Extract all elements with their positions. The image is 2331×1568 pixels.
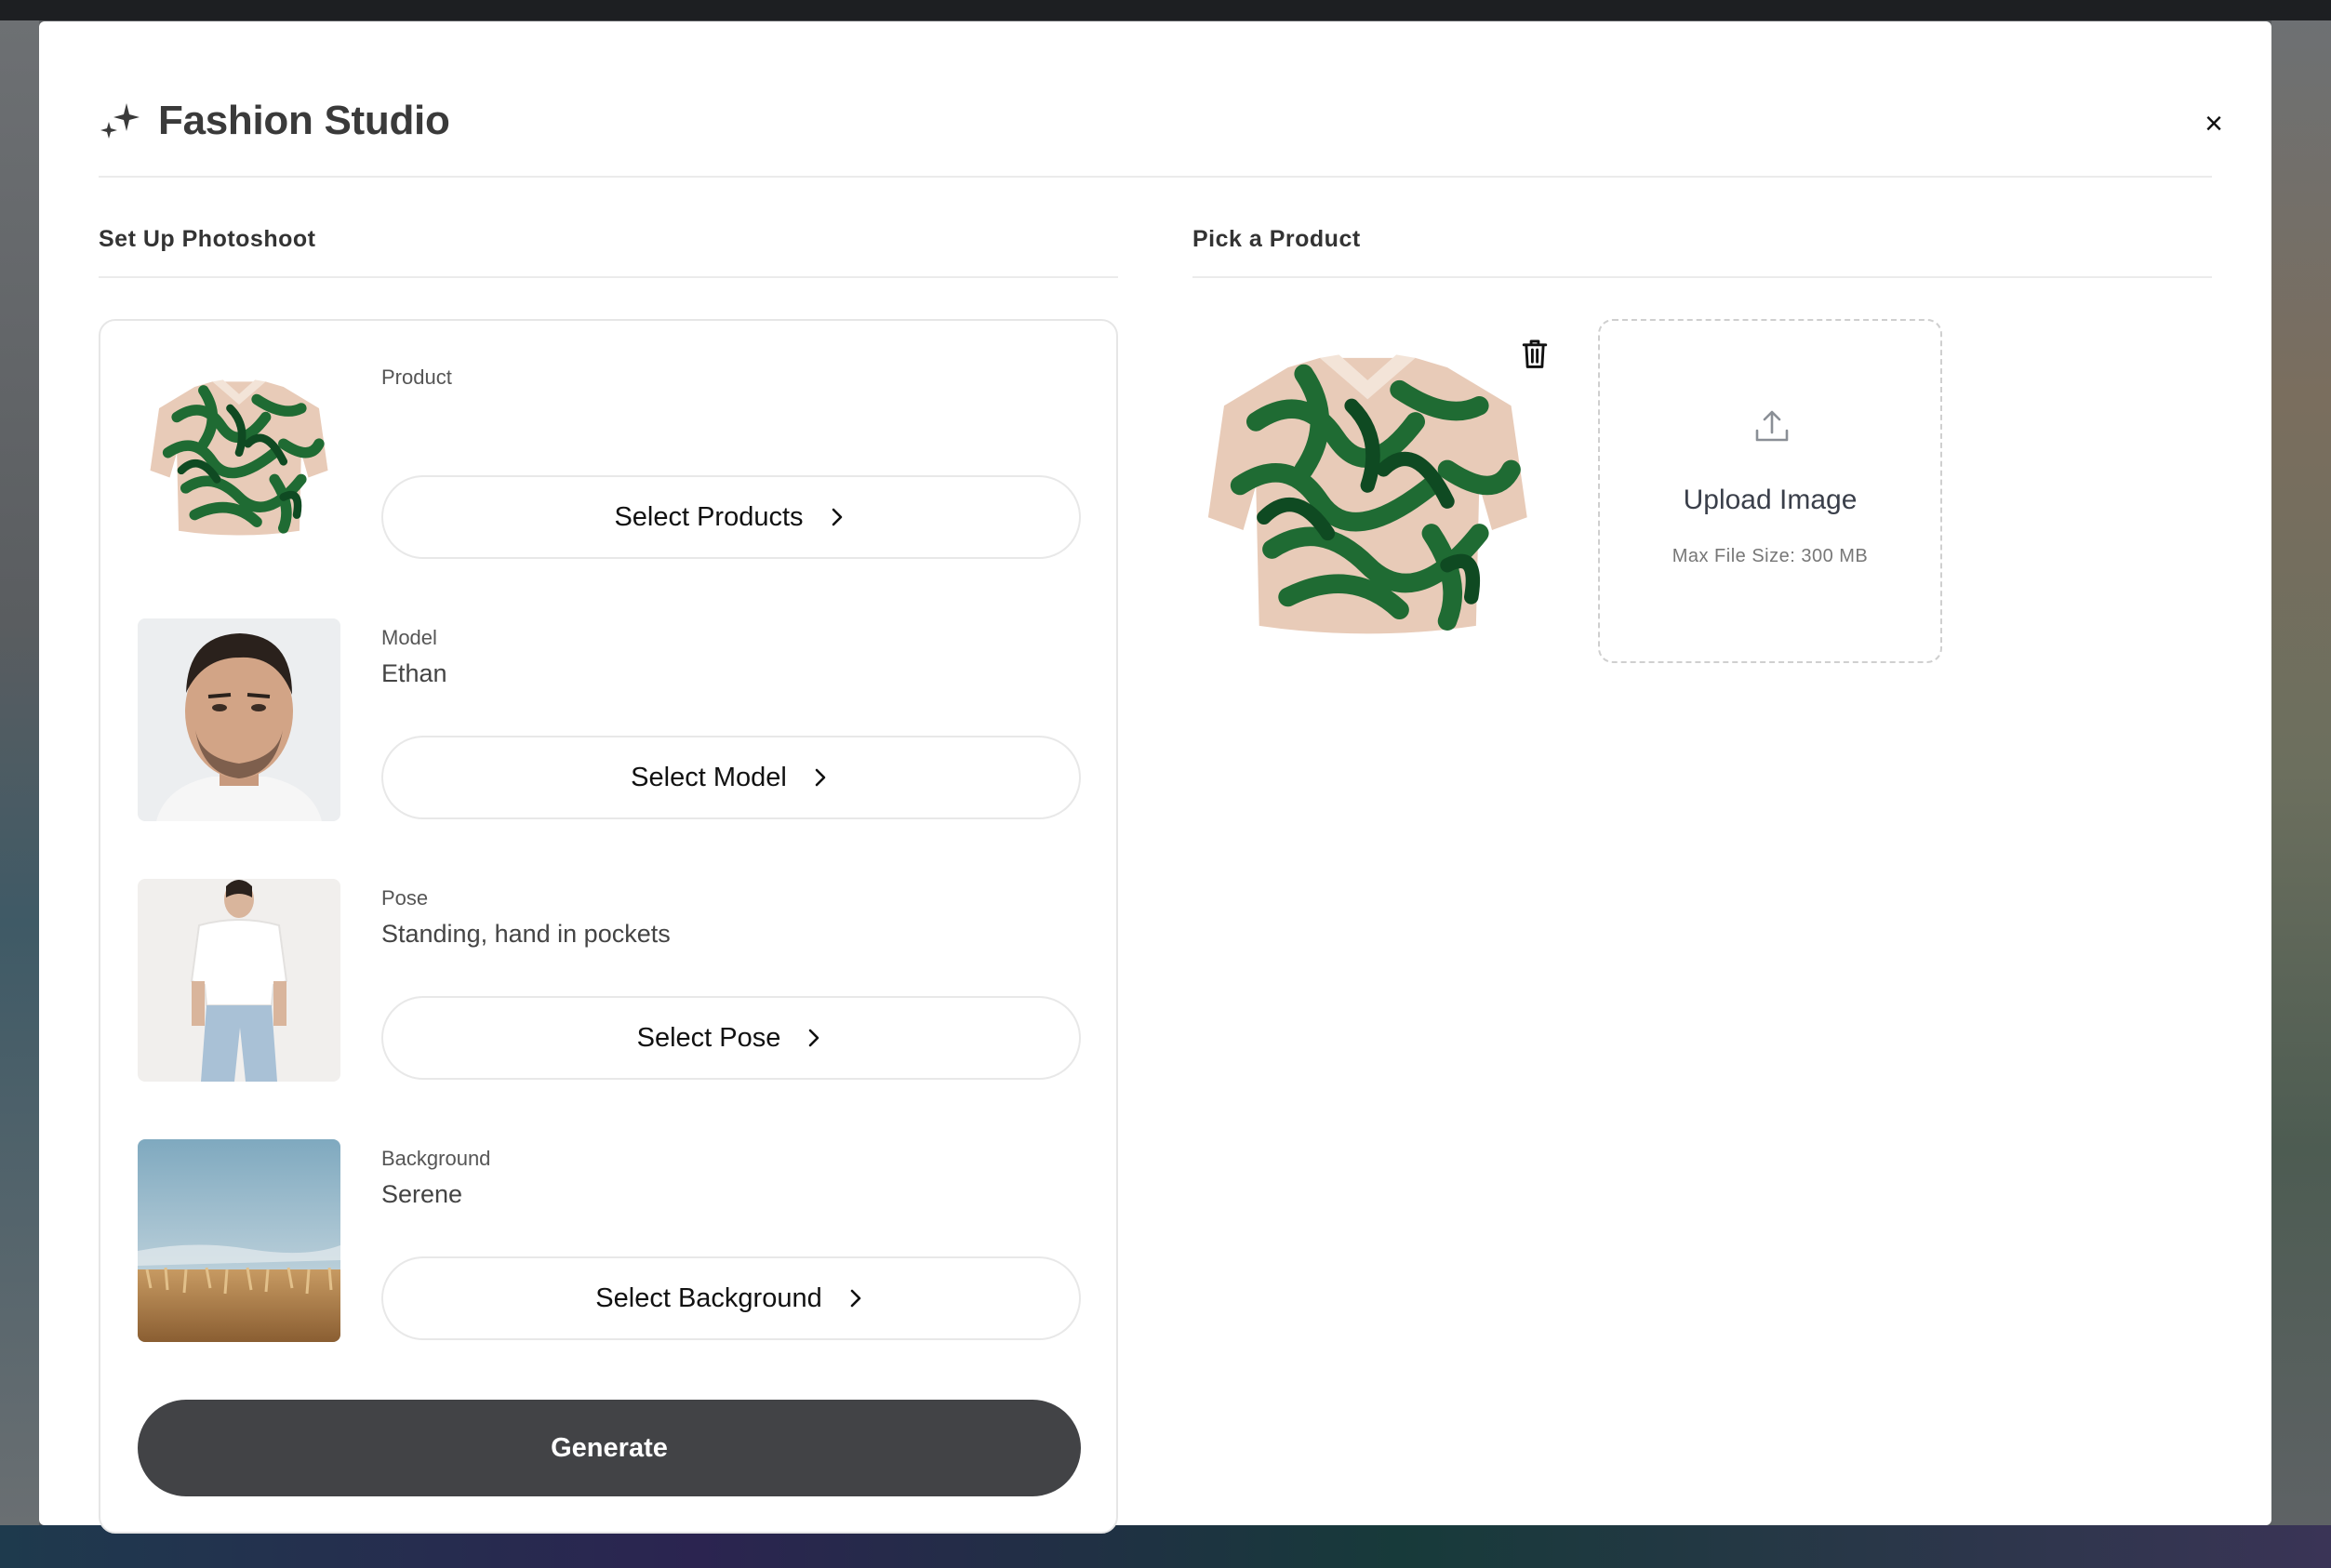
select-products-button[interactable]: Select Products xyxy=(381,475,1081,559)
select-pose-button[interactable]: Select Pose xyxy=(381,996,1081,1080)
upload-icon xyxy=(1755,410,1789,442)
chevron-right-icon xyxy=(815,768,826,787)
model-value: Ethan xyxy=(381,659,447,687)
setup-card: Product Select Products Model Ethan Sele… xyxy=(99,319,1118,1534)
selected-shirt-image xyxy=(1202,319,1537,663)
model-row: Model Ethan Select Model xyxy=(138,618,1081,821)
shirt-image xyxy=(142,358,336,561)
close-icon[interactable]: × xyxy=(2195,105,2232,142)
picker-section-title: Pick a Product xyxy=(1192,176,2212,278)
pose-row: Pose Standing, hand in pockets Select Po… xyxy=(138,879,1081,1082)
generate-button[interactable]: Generate xyxy=(138,1400,1081,1496)
pose-thumbnail xyxy=(138,879,340,1082)
model-thumbnail xyxy=(138,618,340,821)
product-row: Product Select Products xyxy=(138,358,1081,561)
product-label: Product xyxy=(381,365,452,389)
select-model-button[interactable]: Select Model xyxy=(381,736,1081,819)
pose-label: Pose xyxy=(381,886,429,910)
product-thumbnail xyxy=(138,358,340,561)
background-right-panel xyxy=(2271,20,2331,1525)
background-label: Background xyxy=(381,1147,491,1170)
chevron-right-icon xyxy=(832,508,842,526)
model-portrait-image xyxy=(138,618,340,821)
background-value: Serene xyxy=(381,1180,463,1208)
select-products-label: Select Products xyxy=(614,501,804,532)
background-scene-image xyxy=(138,1139,340,1342)
picker-column: Pick a Product xyxy=(1192,176,2212,278)
setup-column: Set Up Photoshoot xyxy=(99,176,1118,278)
trash-icon[interactable] xyxy=(1520,338,1550,369)
select-background-label: Select Background xyxy=(595,1282,822,1313)
background-topbar xyxy=(0,0,2331,20)
pose-image xyxy=(138,879,340,1082)
upload-max-size: Max File Size: 300 MB xyxy=(1672,546,1869,566)
select-pose-label: Select Pose xyxy=(636,1022,781,1053)
background-thumbnail xyxy=(138,1139,340,1342)
upload-image-dropzone[interactable]: Upload Image Max File Size: 300 MB xyxy=(1598,319,1942,663)
pose-value: Standing, hand in pockets xyxy=(381,920,671,948)
select-background-button[interactable]: Select Background xyxy=(381,1256,1081,1340)
chevron-right-icon xyxy=(850,1289,861,1308)
upload-title: Upload Image xyxy=(1683,485,1858,515)
sparkle-icon xyxy=(100,103,140,139)
setup-section-title: Set Up Photoshoot xyxy=(99,176,1118,278)
chevron-right-icon xyxy=(809,1029,819,1047)
selected-product-tile[interactable] xyxy=(1202,319,1537,663)
modal-title: Fashion Studio xyxy=(158,98,450,143)
select-model-label: Select Model xyxy=(631,762,787,792)
model-label: Model xyxy=(381,626,437,649)
background-left-panel xyxy=(0,20,39,1525)
fashion-studio-modal: Fashion Studio × Set Up Photoshoot Pick … xyxy=(39,21,2271,1534)
background-row: Background Serene Select Background xyxy=(138,1139,1081,1342)
modal-header: Fashion Studio × xyxy=(99,77,2223,178)
